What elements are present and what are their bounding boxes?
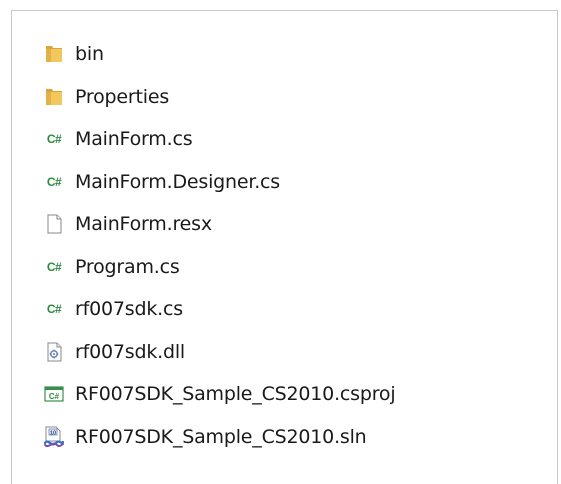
file-item-bin[interactable]: bin — [42, 33, 395, 76]
csharp-file-icon: C# — [42, 127, 66, 151]
csharp-icon-text: C# — [46, 302, 62, 317]
file-name: RF007SDK_Sample_CS2010.sln — [75, 425, 367, 448]
file-item-rf007sdk-dll[interactable]: rf007sdk.dll — [42, 331, 395, 374]
file-name: rf007sdk.dll — [75, 340, 185, 363]
file-name: RF007SDK_Sample_CS2010.csproj — [75, 383, 396, 406]
folder-icon — [42, 85, 66, 109]
file-name: MainForm.cs — [75, 128, 193, 151]
file-list-pane: bin Properties C# MainForm.cs C# MainFor — [11, 10, 558, 484]
file-item-program-cs[interactable]: C# Program.cs — [42, 246, 395, 289]
csharp-icon-text: C# — [46, 259, 62, 274]
csharp-file-icon: C# — [42, 255, 66, 279]
sln-file-icon: 10 — [42, 425, 66, 449]
file-item-properties[interactable]: Properties — [42, 76, 395, 119]
file-list: bin Properties C# MainForm.cs C# MainFor — [42, 33, 396, 459]
sln-icon-text: 10 — [50, 430, 56, 436]
dll-file-icon — [42, 340, 66, 364]
csharp-icon-text: C# — [46, 132, 62, 147]
file-item-mainform-resx[interactable]: MainForm.resx — [42, 203, 395, 246]
folder-icon — [42, 42, 66, 66]
file-item-mainform-cs[interactable]: C# MainForm.cs — [42, 118, 395, 161]
csharp-file-icon: C# — [42, 297, 66, 321]
file-item-mainform-designer-cs[interactable]: C# MainForm.Designer.cs — [42, 161, 395, 204]
file-item-sln[interactable]: 10 RF007SDK_Sample_CS2010.sln — [42, 416, 395, 459]
file-name: Program.cs — [75, 255, 180, 278]
csharp-icon-text: C# — [46, 174, 62, 189]
file-item-csproj[interactable]: C# RF007SDK_Sample_CS2010.csproj — [42, 373, 396, 416]
csharp-file-icon: C# — [42, 170, 66, 194]
file-item-rf007sdk-cs[interactable]: C# rf007sdk.cs — [42, 288, 395, 331]
file-name: rf007sdk.cs — [75, 298, 183, 321]
file-name: MainForm.Designer.cs — [75, 170, 281, 193]
file-name: MainForm.resx — [75, 213, 212, 236]
file-name: Properties — [75, 85, 170, 108]
csproj-icon-text: C# — [49, 392, 60, 401]
blank-file-icon — [42, 212, 66, 236]
file-name: bin — [75, 43, 104, 66]
csproj-file-icon: C# — [42, 382, 66, 406]
